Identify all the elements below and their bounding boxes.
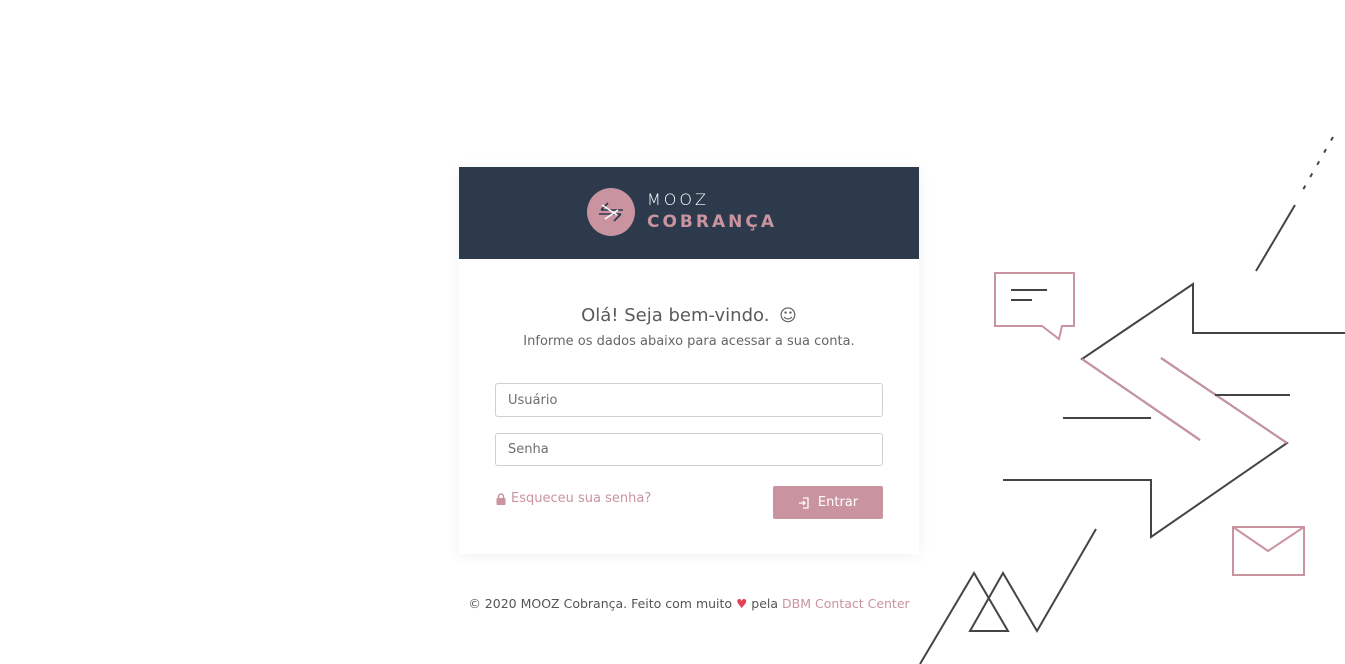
username-input[interactable] [495,383,883,417]
welcome-title: Olá! Seja bem-vindo. ☺ [459,305,919,326]
welcome-subtitle: Informe os dados abaixo para acessar a s… [523,334,855,349]
brand-name: MOOZ [647,190,709,209]
lock-icon [496,492,506,505]
password-input[interactable] [495,433,883,466]
sign-in-icon [798,496,809,509]
login-form: Olá! Seja bem-vindo. ☺ Informe os dados … [459,259,919,554]
company-link[interactable]: DBM Contact Center [782,596,910,611]
footer-copyright: © 2020 MOOZ Cobrança. Feito com muito [468,596,733,611]
login-card: MOOZ COBRANÇA Olá! Seja bem-vindo. ☺ Inf… [459,167,919,554]
footer: © 2020 MOOZ Cobrança. Feito com muito ♥ … [459,596,919,611]
heart-icon: ♥ [736,596,748,611]
chat-bubble-icon [994,272,1075,341]
login-button[interactable]: Entrar [773,486,883,519]
brand-subtitle: COBRANÇA [647,212,777,232]
card-header: MOOZ COBRANÇA [459,167,919,259]
forgot-password-link[interactable]: Esqueceu sua senha? [496,491,651,506]
envelope-icon [1232,526,1305,576]
login-button-label: Entrar [817,495,859,510]
footer-by: pela [751,596,779,611]
arrows-exchange-icon [587,188,635,236]
forgot-password-label: Esqueceu sua senha? [511,491,652,506]
smile-icon: ☺ [779,306,797,326]
welcome-title-text: Olá! Seja bem-vindo. [581,305,770,326]
